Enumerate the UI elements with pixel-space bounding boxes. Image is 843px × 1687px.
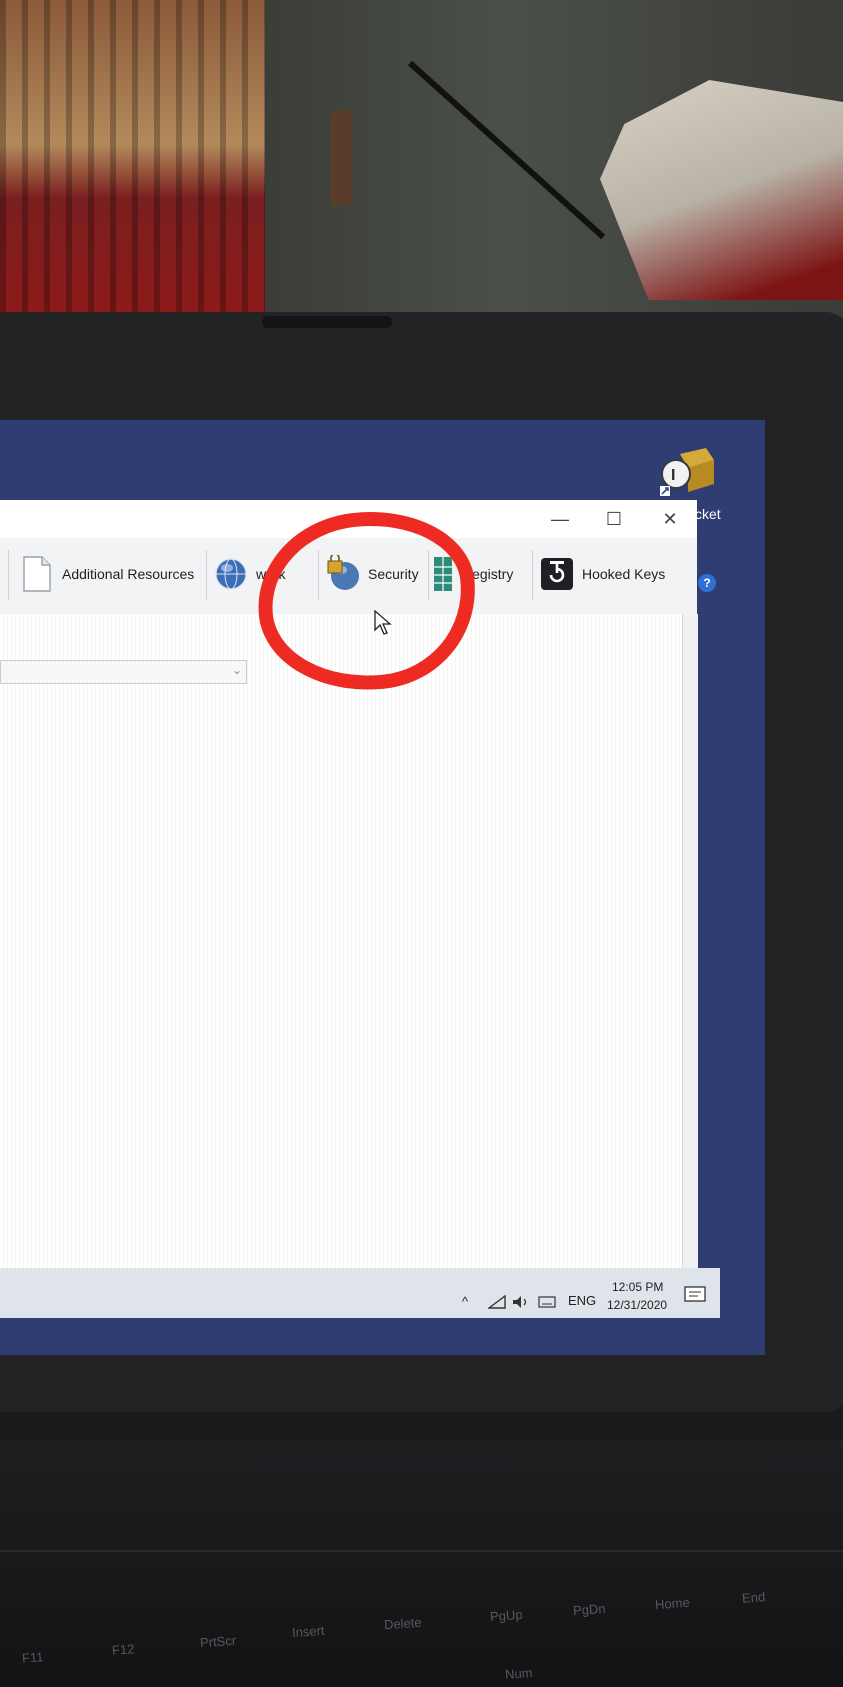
- tab-label: Hooked Keys: [582, 566, 666, 582]
- language-indicator[interactable]: ENG: [568, 1293, 596, 1308]
- minimize-button[interactable]: —: [540, 506, 580, 532]
- globe-network-icon: [214, 555, 248, 593]
- maximize-button[interactable]: ☐: [594, 506, 634, 532]
- key-pgup: PgUp: [489, 1606, 524, 1625]
- tab-separator: [8, 550, 9, 600]
- wifi-icon[interactable]: [486, 1294, 506, 1312]
- close-button[interactable]: ✕: [650, 506, 690, 532]
- key-prtscr: PrtScr: [199, 1632, 237, 1651]
- tab-label: Additional Resources: [62, 566, 195, 582]
- key-num: Num: [504, 1665, 533, 1682]
- key-home: Home: [654, 1594, 691, 1613]
- chevron-down-icon: ⌄: [231, 663, 242, 677]
- key-f11: F11: [21, 1649, 44, 1666]
- mouse-cursor-icon: [374, 609, 392, 641]
- lid-notch: [262, 316, 392, 328]
- key-end: End: [741, 1589, 766, 1606]
- scrollbar[interactable]: [682, 614, 698, 1305]
- tab-hooked-keys[interactable]: Hooked Keys: [540, 552, 665, 596]
- clock-time[interactable]: 12:05 PM: [612, 1280, 663, 1294]
- tray-chevron-icon[interactable]: ^: [462, 1294, 468, 1309]
- keyboard-icon[interactable]: [538, 1296, 556, 1311]
- hook-icon: [540, 555, 574, 593]
- filter-dropdown[interactable]: ⌄: [0, 660, 247, 684]
- key-f12: F12: [111, 1641, 135, 1658]
- desktop-shortcut-label[interactable]: cket: [695, 506, 721, 522]
- desktop-shortcut-icon[interactable]: I: [660, 448, 720, 496]
- tab-separator: [206, 550, 207, 600]
- tab-separator: [532, 550, 533, 600]
- key-delete: Delete: [383, 1614, 423, 1633]
- curtain: [0, 0, 265, 320]
- keyboard-edge: [0, 1550, 843, 1552]
- notification-icon[interactable]: [684, 1286, 706, 1309]
- content-area: [0, 614, 682, 1305]
- volume-icon[interactable]: [512, 1295, 530, 1312]
- clock-date[interactable]: 12/31/2020: [607, 1298, 667, 1312]
- document-icon: [20, 555, 54, 593]
- svg-text:I: I: [671, 467, 675, 484]
- key-pgdn: PgDn: [572, 1600, 607, 1619]
- help-icon[interactable]: ?: [698, 574, 716, 592]
- shelf-bracket: [330, 110, 352, 205]
- key-insert: Insert: [291, 1622, 325, 1641]
- tab-additional-resources[interactable]: Additional Resources: [20, 552, 194, 596]
